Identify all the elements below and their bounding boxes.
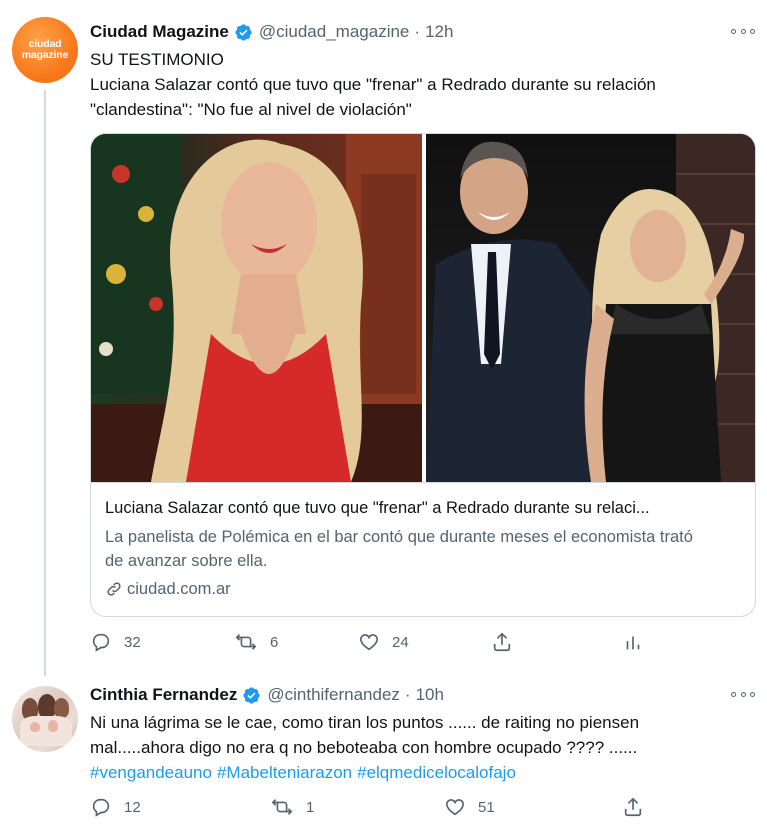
analytics-button[interactable]	[622, 631, 656, 653]
card-description: La panelista de Polémica en el bar contó…	[105, 528, 693, 570]
more-icon[interactable]	[731, 687, 755, 701]
author-handle[interactable]: @cinthifernandez	[267, 685, 400, 705]
tweet-text-line: "clandestina": "No fue al nivel de viola…	[90, 100, 412, 119]
share-button[interactable]	[622, 796, 656, 818]
author-name[interactable]: Cinthia Fernandez	[90, 685, 237, 705]
card-image-right	[426, 134, 755, 482]
retweet-icon	[234, 631, 270, 653]
like-button[interactable]: 51	[444, 796, 495, 818]
retweet-button[interactable]: 6	[234, 631, 278, 653]
tweet-cinthia-fernandez[interactable]: Cinthia Fernandez @cinthifernandez · 10h…	[0, 676, 767, 825]
share-icon	[622, 796, 656, 818]
retweet-count: 6	[270, 633, 279, 651]
hashtag-link[interactable]: #Mabelteniarazon	[217, 763, 352, 782]
avatar[interactable]	[12, 686, 78, 752]
hashtag-link[interactable]: #vengandeauno	[90, 763, 212, 782]
verified-icon	[234, 23, 253, 42]
hashtags: #vengandeauno #Mabelteniarazon #elqmedicel…	[90, 760, 639, 785]
like-button[interactable]: 24	[358, 631, 409, 653]
link-icon	[105, 580, 127, 598]
thread-line	[44, 90, 46, 676]
like-icon	[358, 631, 392, 653]
like-count: 51	[478, 798, 495, 816]
card-title[interactable]: Luciana Salazar contó que tuvo que "fren…	[105, 497, 741, 519]
card-image-left	[91, 134, 422, 482]
tweet-text: SU TESTIMONIO Luciana Salazar contó que …	[90, 47, 656, 122]
avatar-text-bottom: magazine	[21, 49, 69, 61]
card-body: Luciana Salazar contó que tuvo que "fren…	[91, 482, 755, 601]
reply-icon	[90, 631, 124, 653]
tweet-header: Cinthia Fernandez @cinthifernandez · 10h	[90, 685, 444, 705]
card-domain-text: ciudad.com.ar	[127, 580, 231, 598]
tweet-header: Ciudad Magazine @ciudad_magazine · 12h	[90, 22, 454, 42]
tweet-text-line: Luciana Salazar contó que tuvo que "fren…	[90, 75, 656, 94]
retweet-count: 1	[306, 798, 315, 816]
tweet-ciudad-magazine[interactable]: ciudad magazine Ciudad Magazine @ciudad_…	[0, 0, 767, 676]
share-button[interactable]	[491, 631, 525, 653]
tweet-text: Ni una lágrima se le cae, como tiran los…	[90, 710, 639, 785]
reply-icon	[90, 796, 124, 818]
more-icon[interactable]	[731, 24, 755, 38]
link-card[interactable]: Luciana Salazar contó que tuvo que "fren…	[90, 133, 756, 617]
timestamp[interactable]: 10h	[416, 685, 444, 705]
hashtag-link[interactable]: #elqmedicelocalofajo	[357, 763, 516, 782]
timestamp[interactable]: 12h	[425, 22, 453, 42]
tweet-text-line: Ni una lágrima se le cae, como tiran los…	[90, 713, 640, 732]
reply-count: 32	[124, 633, 141, 651]
tweet-actions: 32 6 24	[90, 631, 730, 655]
avatar[interactable]: ciudad magazine	[12, 17, 78, 83]
tweet-text-line: SU TESTIMONIO	[90, 50, 224, 69]
tweet-text-line: mal.....ahora digo no era q no beboteaba…	[90, 738, 638, 757]
tweet-actions: 12 1 51	[90, 796, 730, 820]
retweet-icon	[270, 796, 306, 818]
like-icon	[444, 796, 478, 818]
analytics-icon	[622, 631, 656, 653]
reply-count: 12	[124, 798, 141, 816]
card-domain[interactable]: ciudad.com.ar	[105, 577, 741, 601]
reply-button[interactable]: 12	[90, 796, 141, 818]
verified-icon	[242, 686, 261, 705]
author-handle[interactable]: @ciudad_magazine	[259, 22, 410, 42]
like-count: 24	[392, 633, 409, 651]
share-icon	[491, 631, 525, 653]
author-name[interactable]: Ciudad Magazine	[90, 22, 229, 42]
retweet-button[interactable]: 1	[270, 796, 314, 818]
reply-button[interactable]: 32	[90, 631, 141, 653]
